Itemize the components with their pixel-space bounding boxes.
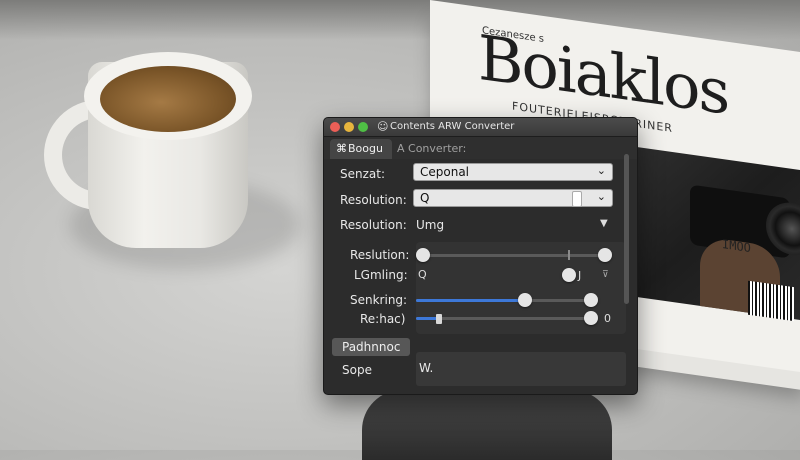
senkring-fill (416, 299, 525, 302)
window-title: Contents ARW Converter (390, 121, 515, 132)
filter-icon[interactable]: ⊽ (602, 270, 609, 280)
close-button[interactable] (330, 122, 340, 132)
reslution-label: Reslution: (350, 248, 410, 262)
adjustments-group: Q J ⊽ 0 (416, 242, 626, 334)
senkring-knob[interactable] (518, 293, 532, 307)
lgmling-knob[interactable] (562, 268, 576, 282)
desk-shadow (0, 0, 800, 40)
coffee (100, 66, 236, 132)
sope-label: Sope (342, 363, 372, 377)
app-title-icon: ☺ (377, 120, 389, 133)
resolution-input[interactable]: Q ⌄ (413, 189, 613, 207)
triangle-down-icon[interactable]: ▼ (600, 218, 608, 229)
reslution-knob-left[interactable] (416, 248, 430, 262)
lgmling-label: LGmling: (354, 268, 408, 282)
scrollbar[interactable] (624, 154, 629, 304)
senzat-select[interactable]: Ceponal ⌄ (413, 163, 613, 181)
padhnnoc-label: Padhnnoc (342, 340, 401, 354)
senkring-end-knob[interactable] (584, 293, 598, 307)
barcode-icon (748, 280, 794, 322)
minimize-button[interactable] (344, 122, 354, 132)
padhnnoc-button[interactable]: Padhnnoc (332, 338, 410, 356)
resolution-label-2: Resolution: (340, 218, 407, 232)
zoom-button[interactable] (358, 122, 368, 132)
input-handle[interactable] (572, 191, 582, 207)
footer-panel (416, 352, 626, 386)
rehac-handle[interactable] (436, 314, 442, 324)
lgmling-value: Q (418, 268, 427, 281)
senzat-label: Senzat: (340, 167, 386, 181)
rehac-track[interactable] (416, 317, 592, 320)
tab-bar: ⌘ Boogu A Converter: (324, 137, 637, 159)
resolution-value: Q (420, 191, 430, 205)
rehac-value: 0 (604, 312, 611, 325)
tab-converter[interactable]: A Converter: (397, 142, 466, 155)
title-bar[interactable]: ☺ Contents ARW Converter (324, 118, 637, 137)
rehac-knob[interactable] (584, 311, 598, 325)
chevron-down-icon: ⌄ (596, 190, 606, 203)
sope-value[interactable]: W. (419, 361, 433, 375)
chevron-down-icon: ⌄ (596, 164, 606, 177)
tab-boogu-label[interactable]: Boogu (348, 142, 383, 155)
senkring-label: Senkring: (350, 293, 408, 307)
senzat-value: Ceponal (420, 165, 470, 179)
lgmling-suffix: J (578, 269, 582, 282)
app-icon: ⌘ (336, 142, 347, 155)
resolution-dropdown-value[interactable]: Umg (416, 218, 444, 232)
reslution-knob-right[interactable] (598, 248, 612, 262)
slider-tick (568, 250, 570, 260)
reslution-track[interactable] (422, 254, 602, 257)
converter-window: ☺ Contents ARW Converter ⌘ Boogu A Conve… (323, 117, 638, 395)
resolution-label: Resolution: (340, 193, 407, 207)
rehac-label: Re:hac) (360, 312, 406, 326)
